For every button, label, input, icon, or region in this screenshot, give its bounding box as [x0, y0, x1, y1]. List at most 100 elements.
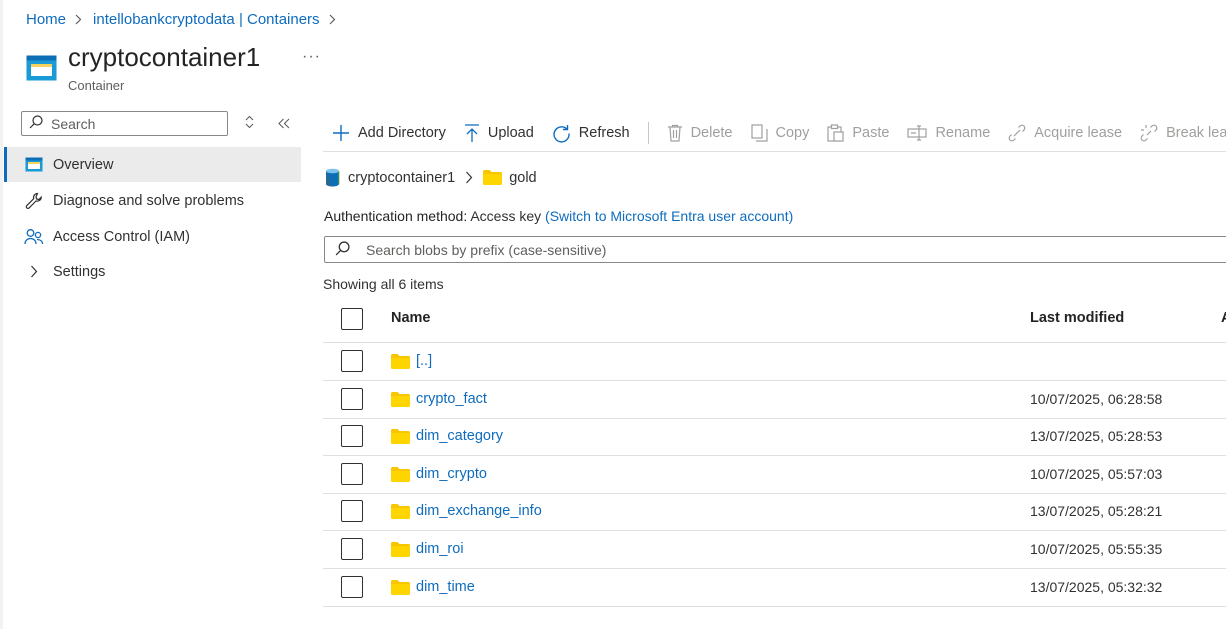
- row-checkbox[interactable]: [341, 538, 363, 560]
- rename-label: Rename: [935, 125, 991, 141]
- sidebar-item-label: Access Control (IAM): [53, 228, 190, 245]
- row-checkbox[interactable]: [341, 576, 363, 598]
- refresh-button[interactable]: Refresh: [552, 124, 630, 143]
- table-row[interactable]: crypto_fact 10/07/2025, 06:28:58: [323, 381, 1226, 419]
- sidebar-item-label: Settings: [53, 263, 106, 280]
- row-checkbox[interactable]: [341, 350, 363, 372]
- refresh-label: Refresh: [578, 125, 630, 141]
- plus-icon: [333, 125, 349, 141]
- folder-icon: [391, 504, 410, 522]
- acquire-lease-button[interactable]: Acquire lease: [1008, 124, 1122, 142]
- column-header-access-tier[interactable]: A: [1221, 310, 1226, 326]
- row-name-link[interactable]: crypto_fact: [416, 391, 487, 407]
- container-icon: [24, 155, 44, 175]
- table-row[interactable]: dim_time 13/07/2025, 05:32:32: [323, 569, 1226, 607]
- add-directory-button[interactable]: Add Directory: [332, 124, 446, 142]
- link-icon: [1008, 124, 1026, 142]
- upload-button[interactable]: Upload: [464, 123, 534, 143]
- copy-button[interactable]: Copy: [750, 124, 810, 142]
- row-name-link[interactable]: dim_roi: [416, 541, 464, 557]
- broken-link-icon: [1140, 124, 1158, 142]
- acquire-lease-label: Acquire lease: [1034, 125, 1123, 141]
- chevron-right-icon: [465, 171, 473, 184]
- sidebar-item-label: Overview: [53, 156, 114, 173]
- breadcrumb-home[interactable]: Home: [26, 11, 66, 28]
- row-last-modified: 10/07/2025, 05:55:35: [1030, 541, 1163, 557]
- storage-cylinder-icon: [325, 168, 340, 187]
- switch-auth-link[interactable]: (Switch to Microsoft Entra user account): [545, 208, 793, 224]
- toolbar-divider: [647, 122, 649, 144]
- collapse-sidebar-icon[interactable]: [278, 117, 290, 132]
- select-all-checkbox[interactable]: [341, 308, 363, 330]
- nav-search-box[interactable]: [21, 111, 228, 136]
- upload-label: Upload: [487, 125, 534, 141]
- row-checkbox[interactable]: [341, 463, 363, 485]
- refresh-icon: [553, 124, 570, 143]
- delete-label: Delete: [690, 125, 733, 141]
- rename-button[interactable]: Rename: [907, 125, 990, 141]
- auth-method-label: Authentication method:: [324, 208, 468, 224]
- row-last-modified: 13/07/2025, 05:28:53: [1030, 428, 1163, 444]
- chevron-right-icon: [24, 262, 44, 282]
- paste-button[interactable]: Paste: [827, 124, 889, 142]
- table-row[interactable]: dim_exchange_info 13/07/2025, 05:28:21: [323, 493, 1226, 531]
- delete-button[interactable]: Delete: [667, 124, 733, 142]
- people-icon: [24, 227, 44, 247]
- folder-icon: [391, 467, 410, 485]
- nav-search-input[interactable]: [49, 114, 213, 133]
- row-name-link[interactable]: dim_category: [416, 428, 503, 444]
- row-last-modified: 10/07/2025, 05:57:03: [1030, 466, 1163, 482]
- blob-search-box[interactable]: [324, 236, 1226, 263]
- table-row[interactable]: dim_roi 10/07/2025, 05:55:35: [323, 531, 1226, 569]
- row-name-link[interactable]: [..]: [416, 353, 432, 369]
- toolbar-divider-line: [323, 151, 1226, 152]
- sidebar-item-label: Diagnose and solve problems: [53, 192, 245, 209]
- page-subtitle: Container: [68, 78, 125, 93]
- chevron-right-icon: [75, 14, 82, 25]
- column-header-last-modified[interactable]: Last modified: [1030, 310, 1124, 326]
- sidebar-item-overview[interactable]: Overview: [4, 147, 301, 182]
- more-options-button[interactable]: ···: [302, 48, 321, 66]
- sidebar-item-iam[interactable]: Access Control (IAM): [4, 219, 301, 254]
- expand-collapse-icon[interactable]: [244, 115, 255, 132]
- command-bar: Add Directory Upload Refresh Delete Copy…: [332, 120, 1226, 146]
- folder-icon: [483, 170, 503, 185]
- auth-method-value: Access key: [470, 208, 542, 224]
- table-row[interactable]: dim_crypto 10/07/2025, 05:57:03: [323, 456, 1226, 494]
- row-last-modified: 10/07/2025, 06:28:58: [1030, 391, 1163, 407]
- copy-icon: [750, 124, 768, 142]
- blob-search-input[interactable]: [364, 240, 1168, 259]
- row-checkbox[interactable]: [341, 388, 363, 410]
- trash-icon: [667, 124, 682, 142]
- folder-icon: [391, 542, 410, 560]
- rename-icon: [907, 125, 928, 141]
- path-current-folder: gold: [509, 169, 537, 186]
- path-container-link[interactable]: cryptocontainer1: [348, 170, 455, 186]
- break-lease-button[interactable]: Break lease: [1140, 124, 1226, 142]
- table-row[interactable]: dim_category 13/07/2025, 05:28:53: [323, 418, 1226, 456]
- paste-icon: [827, 124, 844, 142]
- row-last-modified: 13/07/2025, 05:28:21: [1030, 503, 1163, 519]
- folder-icon: [391, 429, 410, 447]
- folder-icon: [391, 392, 410, 410]
- chevron-right-icon: [329, 14, 336, 25]
- row-checkbox[interactable]: [341, 425, 363, 447]
- row-name-link[interactable]: dim_time: [416, 579, 475, 595]
- sidebar-item-diagnose[interactable]: Diagnose and solve problems: [4, 183, 301, 218]
- search-icon: [335, 240, 350, 259]
- column-header-name[interactable]: Name: [391, 310, 431, 326]
- breadcrumb-containers[interactable]: intellobankcryptodata | Containers: [93, 11, 320, 28]
- left-edge: [0, 0, 3, 629]
- sidebar-item-settings[interactable]: Settings: [4, 254, 301, 289]
- table-header: Name Last modified A: [323, 300, 1226, 343]
- copy-label: Copy: [775, 125, 810, 141]
- blob-path: cryptocontainer1 gold: [325, 168, 537, 187]
- row-checkbox[interactable]: [341, 500, 363, 522]
- row-last-modified: 13/07/2025, 05:32:32: [1030, 579, 1163, 595]
- item-count: Showing all 6 items: [323, 276, 444, 292]
- wrench-icon: [24, 191, 44, 211]
- breadcrumb: Home intellobankcryptodata | Containers: [26, 11, 347, 28]
- table-row[interactable]: [..]: [323, 343, 1226, 381]
- row-name-link[interactable]: dim_crypto: [416, 466, 487, 482]
- row-name-link[interactable]: dim_exchange_info: [416, 503, 542, 519]
